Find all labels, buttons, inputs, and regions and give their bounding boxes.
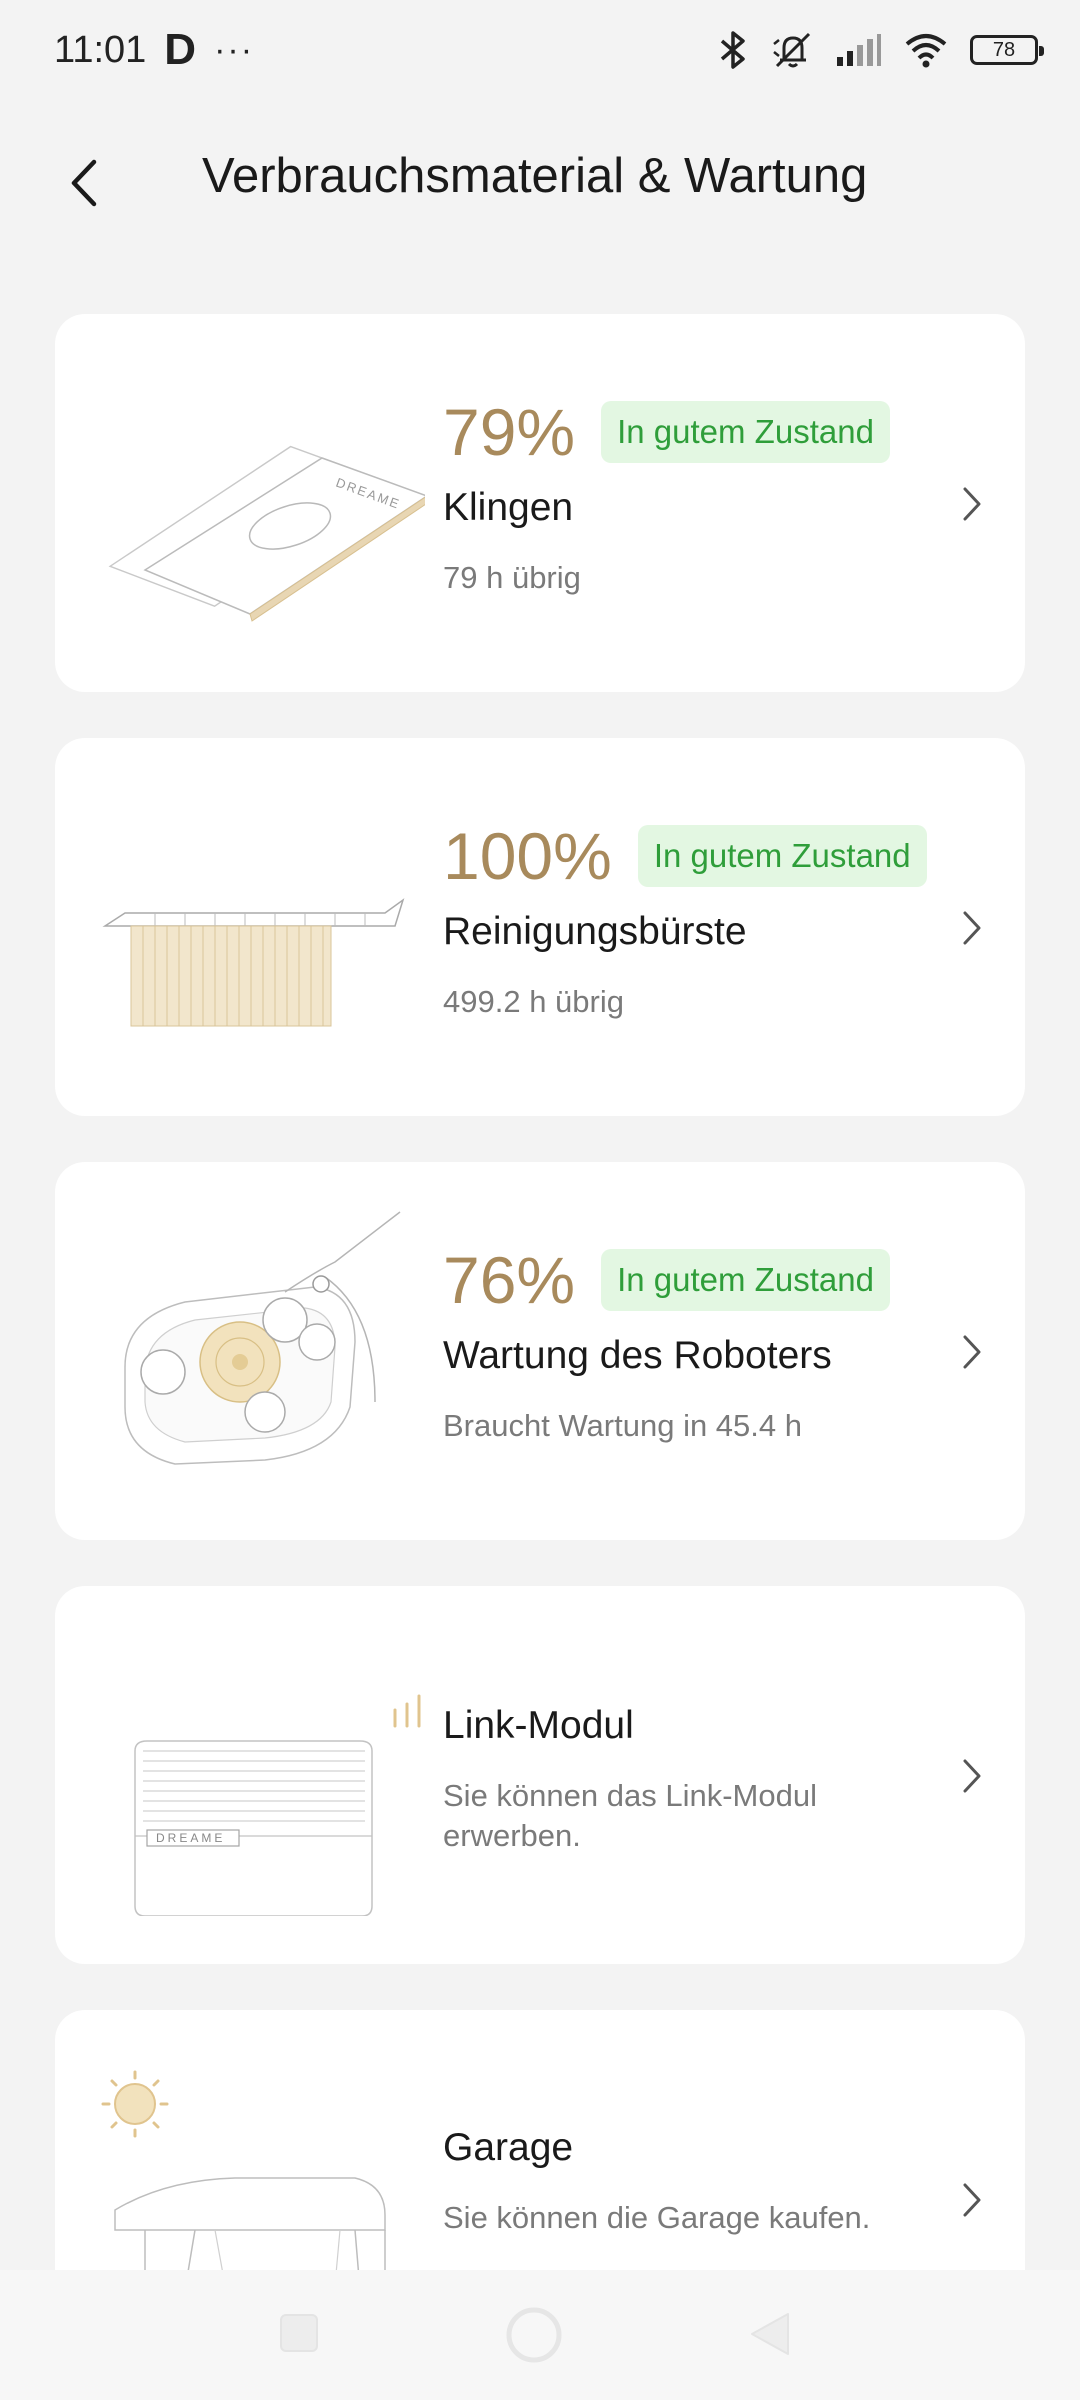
bluetooth-icon bbox=[720, 31, 745, 69]
item-description: Sie können das Link-Modul erwerben. bbox=[443, 1778, 817, 1853]
card-text: 76% In gutem Zustand Wartung des Roboter… bbox=[443, 1240, 890, 1446]
status-left: 11:01 D ··· bbox=[54, 25, 254, 75]
item-name: Klingen bbox=[443, 486, 574, 529]
wifi-icon bbox=[905, 34, 947, 68]
item-name: Garage bbox=[443, 2126, 574, 2169]
chevron-right-icon bbox=[963, 911, 981, 945]
card-text: 79% In gutem Zustand Klingen 79 h übrig bbox=[443, 392, 890, 598]
card-cleaning-brush[interactable]: 100% In gutem Zustand Reinigungsbürste 4… bbox=[55, 738, 1025, 1116]
cleaning-brush-illustration bbox=[102, 898, 405, 1027]
link-module-illustration: DREAME bbox=[134, 1694, 421, 1916]
percent-value: 76% bbox=[443, 1243, 576, 1317]
item-remaining: 79 h übrig bbox=[443, 560, 581, 595]
blade-plate-illustration: DREAME bbox=[108, 445, 425, 622]
system-nav-bar bbox=[0, 2270, 1080, 2400]
chevron-right-icon bbox=[963, 1335, 981, 1369]
item-maintenance-due: Braucht Wartung in 45.4 h bbox=[443, 1408, 802, 1443]
percent-row: 100% In gutem Zustand bbox=[443, 816, 927, 896]
triangle-back-icon bbox=[751, 2313, 789, 2355]
card-text: Garage Sie können die Garage kaufen. bbox=[443, 2112, 870, 2238]
robot-underside-illustration bbox=[124, 1211, 401, 1465]
chevron-right-icon bbox=[963, 487, 981, 521]
muted-icon bbox=[773, 32, 811, 68]
status-badge: In gutem Zustand bbox=[601, 1249, 890, 1311]
card-text: Link-Modul Sie können das Link-Modul erw… bbox=[443, 1690, 883, 1856]
card-robot-maintenance[interactable]: 76% In gutem Zustand Wartung des Roboter… bbox=[55, 1162, 1025, 1540]
circle-icon bbox=[506, 2307, 562, 2363]
percent-row: 76% In gutem Zustand bbox=[443, 1240, 890, 1320]
item-name: Reinigungsbürste bbox=[443, 910, 747, 953]
status-badge: In gutem Zustand bbox=[637, 825, 927, 887]
page-title: Verbrauchsmaterial & Wartung bbox=[202, 149, 868, 203]
more-notifications-icon: ··· bbox=[214, 30, 255, 69]
status-right: 78 bbox=[716, 30, 1044, 70]
card-text: 100% In gutem Zustand Reinigungsbürste 4… bbox=[443, 816, 927, 1022]
chevron-right-icon bbox=[963, 2183, 981, 2217]
chevron-right-icon bbox=[963, 1759, 981, 1793]
card-blades[interactable]: DREAME 79% In gutem Zustand Klingen 79 h… bbox=[55, 314, 1025, 692]
svg-text:DREAME: DREAME bbox=[156, 1831, 225, 1845]
signal-icon bbox=[837, 34, 881, 66]
percent-value: 79% bbox=[443, 395, 576, 469]
square-icon bbox=[280, 2314, 318, 2352]
home-button[interactable] bbox=[505, 2306, 563, 2369]
header: Verbrauchsmaterial & Wartung bbox=[0, 120, 1080, 240]
sun-icon bbox=[101, 2070, 169, 2138]
card-link-module[interactable]: DREAME Link-Modul Sie können das Link-Mo… bbox=[55, 1586, 1025, 1964]
item-remaining: 499.2 h übrig bbox=[443, 984, 624, 1019]
clock: 11:01 bbox=[54, 28, 147, 71]
back-button[interactable] bbox=[48, 148, 118, 218]
back-nav-button[interactable] bbox=[748, 2310, 792, 2363]
item-description: Sie können die Garage kaufen. bbox=[443, 2200, 871, 2235]
chevron-left-icon bbox=[71, 159, 97, 207]
status-badge: In gutem Zustand bbox=[601, 401, 890, 463]
item-name: Link-Modul bbox=[443, 1704, 634, 1747]
percent-row: 79% In gutem Zustand bbox=[443, 392, 890, 472]
status-bar: 11:01 D ··· 78 bbox=[0, 0, 1080, 100]
item-name: Wartung des Roboters bbox=[443, 1334, 832, 1377]
battery-level: 78 bbox=[992, 38, 1016, 61]
app-notification-icon: D bbox=[164, 25, 197, 74]
percent-value: 100% bbox=[443, 819, 612, 893]
battery-icon: 78 bbox=[970, 35, 1044, 65]
recent-apps-button[interactable] bbox=[278, 2312, 320, 2359]
